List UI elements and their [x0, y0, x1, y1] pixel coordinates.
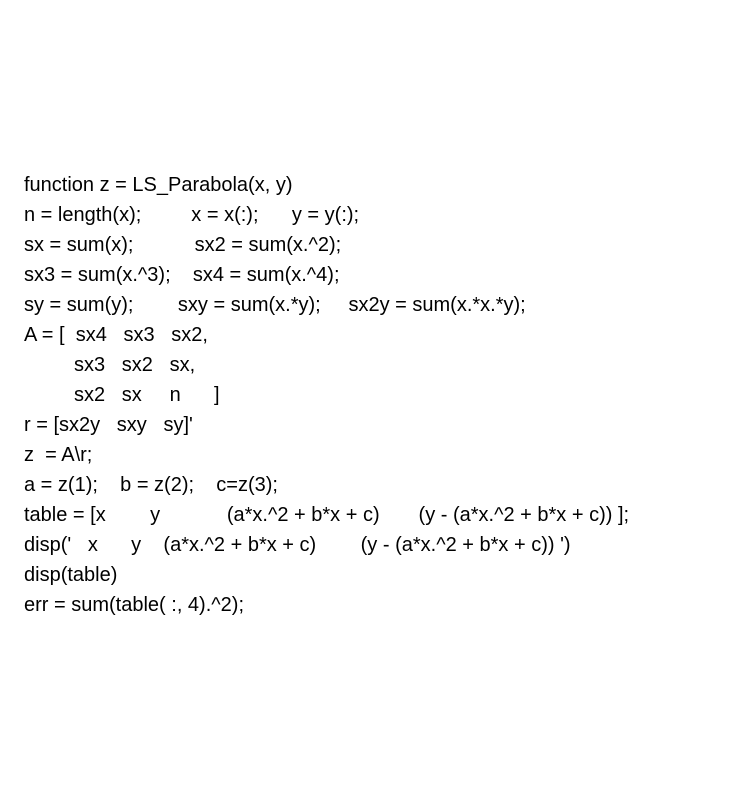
- code-line: err = sum(table( :, 4).^2);: [24, 594, 244, 616]
- code-line: table = [x y (a*x.^2 + b*x + c) (y - (a*…: [24, 504, 629, 526]
- code-line: sx2 sx n ]: [24, 384, 220, 406]
- code-line: n = length(x); x = x(:); y = y(:);: [24, 204, 359, 226]
- code-line: disp(' x y (a*x.^2 + b*x + c) (y - (a*x.…: [24, 534, 571, 556]
- code-line: disp(table): [24, 564, 117, 586]
- code-line: a = z(1); b = z(2); c=z(3);: [24, 474, 278, 496]
- code-line: sx3 sx2 sx,: [24, 354, 195, 376]
- code-block: function z = LS_Parabola(x, y) n = lengt…: [24, 140, 715, 620]
- code-line: sx3 = sum(x.^3); sx4 = sum(x.^4);: [24, 264, 340, 286]
- code-line: z = A\r;: [24, 444, 92, 466]
- code-line: sx = sum(x); sx2 = sum(x.^2);: [24, 234, 341, 256]
- code-line: A = [ sx4 sx3 sx2,: [24, 324, 208, 346]
- code-line: r = [sx2y sxy sy]': [24, 414, 193, 436]
- code-line: sy = sum(y); sxy = sum(x.*y); sx2y = sum…: [24, 294, 526, 316]
- code-line: function z = LS_Parabola(x, y): [24, 174, 292, 196]
